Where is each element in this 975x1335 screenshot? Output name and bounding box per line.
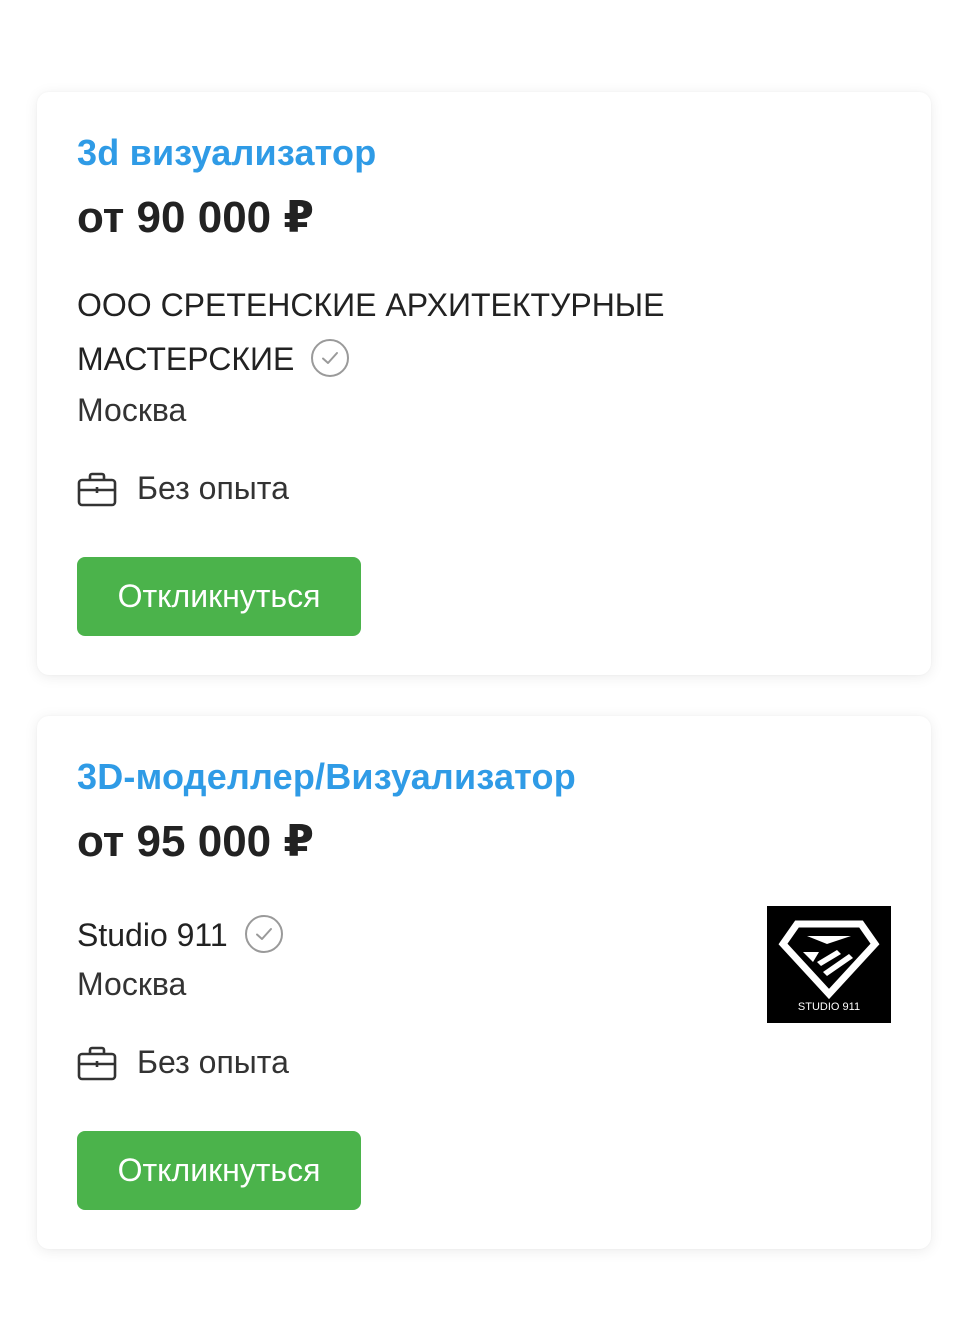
experience-label: Без опыта [137,470,289,506]
apply-button[interactable]: Откликнуться [77,557,361,636]
briefcase-icon [77,472,117,506]
vacancy-card: 3d визуализатор от 90 000 ₽ ООО СРЕТЕНСК… [37,92,931,675]
experience-label: Без опыта [137,1044,289,1080]
vacancy-title[interactable]: 3D-моделлер/Визуализатор [77,756,576,798]
briefcase-icon [77,1046,117,1080]
company-name[interactable]: ООО СРЕТЕНСКИЕ АРХИТЕКТУРНЫЕ МАСТЕРСКИЕ [77,287,664,377]
vacancy-list: 3d визуализатор от 90 000 ₽ ООО СРЕТЕНСК… [0,0,975,1335]
vacancy-card: 3D-моделлер/Визуализатор от 95 000 ₽ Stu… [37,716,931,1249]
verified-check-icon [244,914,284,954]
vacancy-salary: от 90 000 ₽ [77,193,314,242]
apply-button[interactable]: Откликнуться [77,1131,361,1210]
verified-check-icon [310,338,350,378]
vacancy-title[interactable]: 3d визуализатор [77,132,376,174]
company-logo[interactable]: STUDIO 911 [767,906,891,1023]
company-info: Studio 911 [77,908,777,962]
experience-row: Без опыта [77,1044,289,1081]
logo-text: STUDIO 911 [797,1001,861,1013]
experience-row: Без опыта [77,470,289,507]
vacancy-city: Москва [77,392,187,428]
company-info: ООО СРЕТЕНСКИЕ АРХИТЕКТУРНЫЕ МАСТЕРСКИЕ [77,278,777,386]
vacancy-salary: от 95 000 ₽ [77,817,314,866]
company-name[interactable]: Studio 911 [77,917,228,953]
vacancy-city: Москва [77,966,187,1002]
